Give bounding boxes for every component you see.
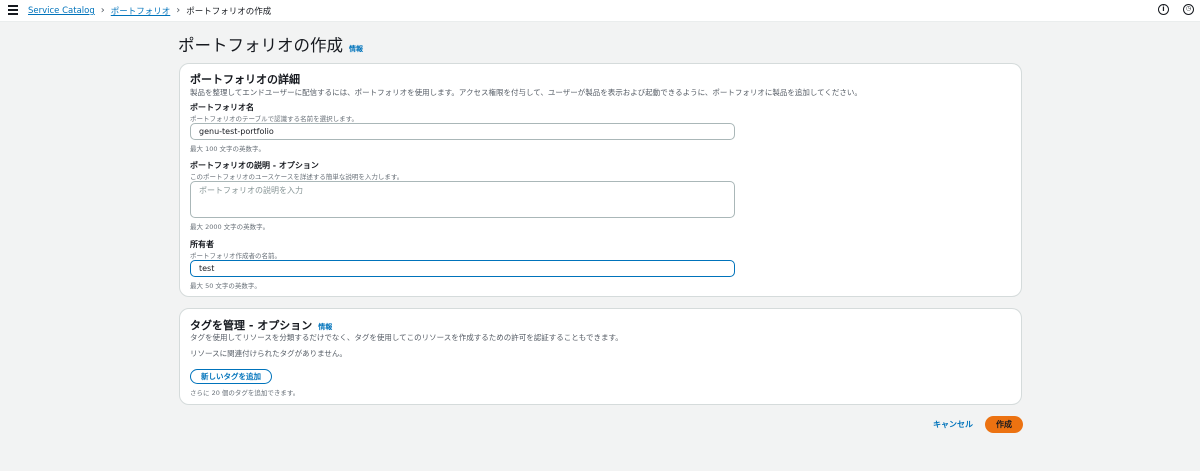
menu-icon[interactable] [8, 5, 18, 15]
portfolio-description-label: ポートフォリオの説明 - オプション [190, 161, 319, 170]
page-header: ポートフォリオの作成 情報 [178, 32, 363, 56]
owner-input[interactable]: test [190, 260, 735, 277]
owner-constraint: 最大 50 文字の英数字。 [190, 282, 261, 290]
portfolio-name-label: ポートフォリオ名 [190, 103, 254, 112]
details-description: 製品を整理してエンドユーザーに配信するには、ポートフォリオを使用します。アクセス… [190, 88, 862, 97]
manage-tags-panel: タグを管理 - オプション 情報 タグを使用してリソースを分類するだけでなく、タ… [179, 308, 1022, 405]
portfolio-description-hint: このポートフォリオのユースケースを詳述する簡単な説明を入力します。 [190, 173, 404, 181]
breadcrumb: Service Catalog › ポートフォリオ › ポートフォリオの作成 [28, 5, 272, 18]
owner-hint: ポートフォリオ作成者の名前。 [190, 252, 281, 260]
info-icon[interactable]: i [1158, 4, 1169, 15]
breadcrumb-service-catalog[interactable]: Service Catalog [28, 6, 95, 16]
owner-label: 所有者 [190, 240, 214, 249]
portfolio-name-input[interactable]: genu-test-portfolio [190, 123, 735, 140]
tags-remaining-note: さらに 20 個のタグを追加できます。 [190, 389, 300, 397]
tags-header: タグを管理 - オプション 情報 [190, 317, 332, 333]
portfolio-details-panel: ポートフォリオの詳細 製品を整理してエンドユーザーに配信するには、ポートフォリオ… [179, 63, 1022, 297]
chevron-right-icon: › [176, 5, 181, 16]
chevron-right-icon: › [100, 5, 105, 16]
page-info-link[interactable]: 情報 [349, 44, 363, 54]
top-navigation-bar: Service Catalog › ポートフォリオ › ポートフォリオの作成 i… [0, 0, 1200, 22]
add-new-tag-button[interactable]: 新しいタグを追加 [190, 369, 272, 384]
top-icons: i ◷ [1158, 4, 1194, 15]
create-button[interactable]: 作成 [985, 416, 1023, 433]
tags-description: タグを使用してリソースを分類するだけでなく、タグを使用してこのリソースを作成する… [190, 333, 623, 342]
cancel-button[interactable]: キャンセル [933, 419, 973, 430]
portfolio-description-textarea[interactable] [190, 181, 735, 218]
portfolio-description-constraint: 最大 2000 文字の英数字。 [190, 223, 270, 231]
breadcrumb-current: ポートフォリオの作成 [186, 7, 272, 17]
portfolio-name-constraint: 最大 100 文字の英数字。 [190, 145, 266, 153]
page-title: ポートフォリオの作成 [178, 36, 343, 55]
breadcrumb-portfolios[interactable]: ポートフォリオ [111, 5, 171, 17]
tags-heading: タグを管理 - オプション [190, 319, 313, 332]
portfolio-name-hint: ポートフォリオのテーブルで認識する名前を選択します。 [190, 115, 358, 123]
history-icon[interactable]: ◷ [1183, 4, 1194, 15]
details-heading: ポートフォリオの詳細 [190, 73, 300, 86]
tags-info-link[interactable]: 情報 [318, 322, 332, 332]
tags-empty-message: リソースに関連付けられたタグがありません。 [190, 349, 347, 358]
